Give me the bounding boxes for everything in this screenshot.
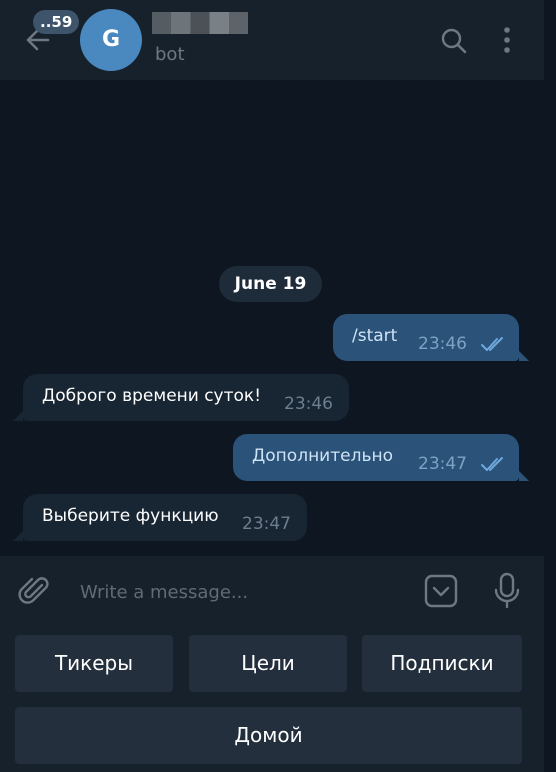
message-input[interactable] — [78, 577, 412, 607]
chat-subtitle: bot — [155, 44, 185, 65]
keyboard-button-subscriptions[interactable]: Подписки — [362, 635, 522, 692]
message-outgoing[interactable]: Дополнительно 23:47 — [233, 434, 519, 481]
keyboard-button-home[interactable]: Домой — [15, 707, 522, 764]
bubble-tail — [13, 531, 23, 541]
message-incoming[interactable]: Выберите функцию 23:47 — [23, 494, 307, 541]
keyboard-button-goals[interactable]: Цели — [189, 635, 347, 692]
bot-keyboard-icon[interactable] — [424, 574, 458, 608]
bubble-tail — [519, 471, 529, 481]
date-separator: June 19 — [219, 266, 322, 302]
double-check-icon — [481, 337, 503, 351]
chat-name-redacted[interactable] — [152, 12, 248, 34]
more-vertical-icon[interactable] — [498, 26, 516, 54]
double-check-icon — [481, 457, 503, 471]
unread-count-badge: ..59 — [33, 10, 80, 34]
message-time: 23:46 — [284, 394, 333, 414]
keyboard-button-tickers[interactable]: Тикеры — [15, 635, 173, 692]
message-text: /start — [352, 326, 398, 346]
message-outgoing[interactable]: /start 23:46 — [333, 314, 519, 361]
paperclip-icon[interactable] — [18, 574, 52, 608]
microphone-icon[interactable] — [492, 572, 522, 610]
message-text: Дополнительно — [252, 446, 393, 466]
message-time: 23:46 — [418, 334, 467, 354]
message-text: Доброго времени суток! — [42, 386, 262, 406]
avatar[interactable]: G — [80, 9, 142, 71]
message-text: Выберите функцию — [42, 506, 219, 526]
message-time: 23:47 — [242, 514, 291, 534]
bubble-tail — [519, 351, 529, 361]
bubble-tail — [13, 411, 23, 421]
search-icon[interactable] — [440, 27, 468, 55]
message-incoming[interactable]: Доброго времени суток! 23:46 — [23, 374, 349, 421]
message-time: 23:47 — [418, 454, 467, 474]
